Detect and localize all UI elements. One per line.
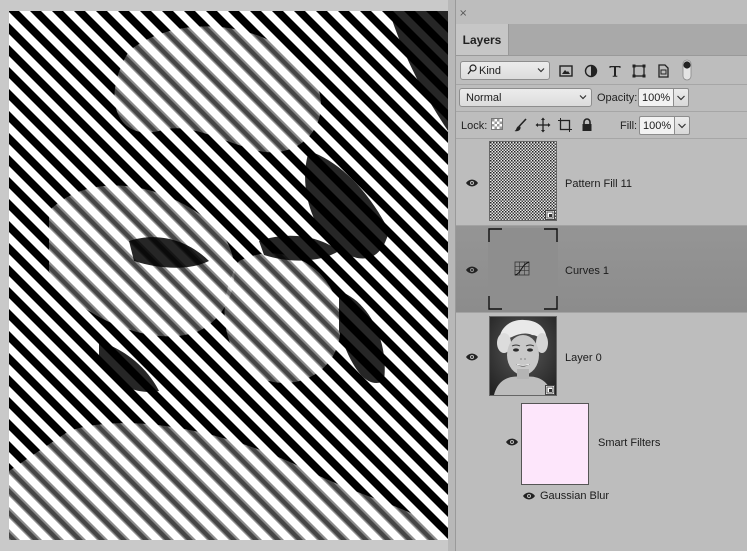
lock-artboard-icon[interactable] <box>557 117 573 133</box>
fill-slider-button[interactable] <box>674 116 690 135</box>
lock-all-icon[interactable] <box>579 117 595 133</box>
adjustment-filter-icon[interactable] <box>583 63 599 79</box>
filter-kind-select[interactable]: Kind <box>460 61 550 80</box>
opacity-label: Opacity: <box>597 92 638 104</box>
eye-icon[interactable] <box>522 491 536 501</box>
opacity-slider-button[interactable] <box>673 88 689 107</box>
chevron-down-icon <box>677 95 685 101</box>
document-image[interactable] <box>9 11 448 540</box>
filter-name: Gaussian Blur <box>540 490 610 502</box>
layer-name: Layer 0 <box>565 352 602 364</box>
canvas-scroll-edge <box>448 0 455 551</box>
layer-name: Smart Filters <box>598 437 661 449</box>
lock-row: Lock: Fill: 100% <box>456 111 747 139</box>
panel-tab-bar: Layers <box>456 24 747 56</box>
blend-mode-label: Normal <box>466 91 502 104</box>
eye-icon[interactable] <box>465 265 479 275</box>
smart-object-filter-icon[interactable] <box>655 63 671 79</box>
filter-kind-label: Kind <box>479 64 502 77</box>
layer-name: Curves 1 <box>565 265 610 277</box>
curves-icon <box>514 261 530 276</box>
filter-row-gaussian-blur[interactable]: Gaussian Blur <box>456 489 747 507</box>
eye-icon[interactable] <box>465 352 479 362</box>
chevron-down-icon <box>579 95 587 100</box>
layers-list: Pattern Fill 11 Curves 1 Layer 0 Smart F… <box>456 140 747 551</box>
layer-row-curves[interactable]: Curves 1 <box>456 226 747 313</box>
filter-row: Kind <box>456 57 747 83</box>
opacity-input[interactable]: 100% <box>638 88 674 107</box>
pattern-fill-thumbnail[interactable] <box>489 141 557 221</box>
lock-transparent-icon[interactable] <box>491 118 503 130</box>
smart-object-badge-icon <box>545 385 555 395</box>
close-panel-button[interactable]: × <box>459 9 467 19</box>
filter-toggle-icon[interactable] <box>679 59 695 81</box>
fill-label: Fill: <box>620 120 638 132</box>
lock-position-icon[interactable] <box>535 117 551 133</box>
layer-row-pattern-fill[interactable]: Pattern Fill 11 <box>456 140 747 226</box>
eye-icon[interactable] <box>465 178 479 188</box>
search-icon <box>467 63 477 78</box>
image-filter-icon[interactable] <box>558 63 574 79</box>
chevron-down-icon <box>537 68 545 73</box>
curves-mask-thumbnail[interactable] <box>488 228 558 310</box>
layer-row-layer-0[interactable]: Layer 0 <box>456 313 747 400</box>
fill-input[interactable]: 100% <box>639 116 675 135</box>
blend-row: Normal Opacity: 100% <box>456 84 747 111</box>
canvas-area[interactable] <box>0 0 455 551</box>
blend-mode-select[interactable]: Normal <box>459 88 592 107</box>
tab-layers[interactable]: Layers <box>456 24 509 55</box>
portrait-thumbnail[interactable] <box>489 316 557 396</box>
type-filter-icon[interactable] <box>607 63 623 79</box>
chevron-down-icon <box>678 123 686 129</box>
line-art-image <box>9 11 448 540</box>
smart-object-badge-icon <box>545 210 555 220</box>
layer-row-smart-filters[interactable]: Smart Filters <box>456 400 747 489</box>
eye-icon[interactable] <box>505 437 519 447</box>
smart-filter-mask-thumbnail[interactable] <box>521 403 589 485</box>
lock-image-icon[interactable] <box>513 117 529 133</box>
layer-name: Pattern Fill 11 <box>565 178 633 190</box>
lock-label: Lock: <box>461 120 488 132</box>
layers-panel: × Layers Kind Normal Opacity: 100% Lock:… <box>455 0 747 551</box>
shape-filter-icon[interactable] <box>631 63 647 79</box>
